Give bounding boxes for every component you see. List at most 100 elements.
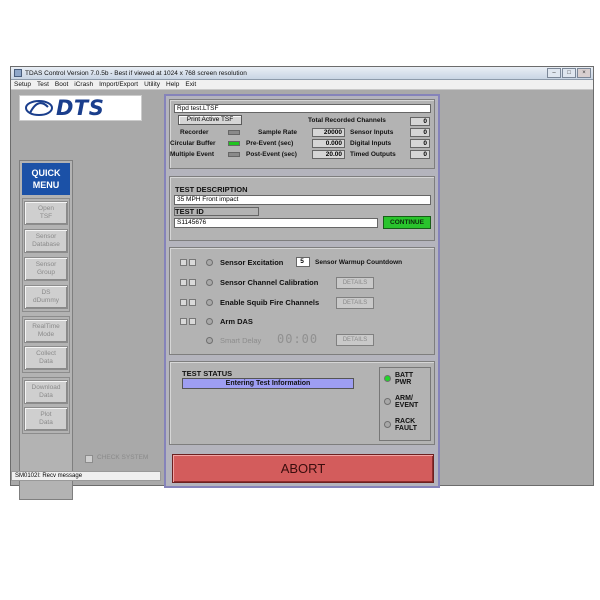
step-checkbox[interactable] — [180, 259, 187, 266]
menu-boot[interactable]: Boot — [55, 81, 68, 88]
calibration-details-button[interactable]: DETAILS — [336, 277, 374, 289]
sensor-inputs-label: Sensor Inputs — [350, 129, 394, 136]
print-active-tsf-button[interactable]: Print Active TSF — [178, 115, 242, 125]
open-tsf-button[interactable]: Open TSF — [24, 201, 68, 225]
close-icon[interactable]: × — [577, 68, 591, 78]
menu-import-export[interactable]: Import/Export — [99, 81, 138, 88]
download-data-button[interactable]: Download Data — [24, 380, 68, 404]
realtime-mode-button[interactable]: RealTime Mode — [24, 319, 68, 343]
rack-fault-indicator — [384, 421, 391, 428]
ds-dummy-button[interactable]: DS dDummy — [24, 285, 68, 309]
window-controls: – □ × — [547, 68, 591, 78]
arm-event-label: ARM/EVENT — [395, 395, 418, 409]
menu-test[interactable]: Test — [37, 81, 49, 88]
squib-details-button[interactable]: DETAILS — [336, 297, 374, 309]
sensor-inputs-value: 0 — [410, 128, 430, 137]
continue-button[interactable]: CONTINUE — [383, 216, 431, 229]
step-checkbox[interactable] — [180, 318, 187, 325]
test-status-panel: TEST STATUS Entering Test Information BA… — [169, 361, 435, 445]
tsf-file-field[interactable]: Rpd test.LTSF — [174, 104, 431, 113]
post-event-value: 20.00 — [312, 150, 345, 159]
step-checkbox[interactable] — [189, 318, 196, 325]
quick-menu: QUICK MENU Open TSF Sensor Database Sensor… — [19, 160, 73, 500]
test-description-input[interactable]: 35 MPH Front impact — [174, 195, 431, 205]
status-bar: SM0102I: Recv message — [11, 471, 161, 481]
menu-setup[interactable]: Setup — [14, 81, 31, 88]
check-system-icon[interactable] — [85, 455, 93, 463]
label-line: EVENT — [395, 402, 419, 409]
dts-logo: DTS — [19, 95, 142, 121]
button-line: Data — [39, 358, 53, 365]
test-status-label: TEST STATUS — [182, 369, 233, 378]
arm-details-button[interactable]: DETAILS — [336, 334, 374, 346]
minimize-icon[interactable]: – — [547, 68, 561, 78]
step-checkbox[interactable] — [189, 299, 196, 306]
digital-inputs-value: 0 — [410, 139, 430, 148]
total-channels-label: Total Recorded Channels — [308, 117, 386, 124]
step-checkbox[interactable] — [180, 299, 187, 306]
abort-button[interactable]: ABORT — [172, 454, 434, 483]
button-line: TSF — [39, 213, 53, 220]
digital-inputs-label: Digital Inputs — [350, 140, 392, 147]
multiple-event-indicator — [228, 152, 240, 157]
post-event-label: Post-Event (sec) — [246, 151, 297, 158]
pre-event-label: Pre-Event (sec) — [246, 140, 294, 147]
sample-rate-value: 20000 — [312, 128, 345, 137]
main-panel: Rpd test.LTSF Print Active TSF Total Rec… — [164, 94, 440, 488]
step-indicator — [206, 299, 213, 306]
sensor-excitation-label: Sensor Excitation — [220, 258, 284, 267]
logo-wordmark: DTS — [56, 96, 105, 120]
button-line: Plot — [40, 411, 52, 418]
label-line: ARM/ — [395, 395, 413, 402]
test-id-input[interactable]: S1145676 — [174, 218, 378, 228]
circular-buffer-indicator — [228, 141, 240, 146]
window-title: TDAS Control Version 7.0.5b - Best if vi… — [25, 69, 247, 77]
button-line: Sensor — [35, 233, 57, 240]
step-indicator — [206, 318, 213, 325]
test-info-panel: TEST DESCRIPTION 35 MPH Front impact TES… — [169, 176, 435, 241]
step-checkbox[interactable] — [189, 259, 196, 266]
arm-das-label: Arm DAS — [220, 317, 253, 326]
plot-data-button[interactable]: Plot Data — [24, 407, 68, 431]
circular-buffer-label: Circular Buffer — [170, 140, 216, 147]
button-line: Data — [39, 419, 53, 426]
collect-data-button[interactable]: Collect Data — [24, 346, 68, 370]
title-bar: TDAS Control Version 7.0.5b - Best if vi… — [11, 67, 593, 80]
dts-swoosh-icon — [25, 100, 53, 116]
quick-menu-title: QUICK MENU — [22, 163, 70, 195]
label-line: PWR — [395, 379, 412, 386]
arm-event-indicator — [384, 398, 391, 405]
countdown-display: 00:00 — [277, 332, 319, 346]
squib-fire-label: Enable Squib Fire Channels — [220, 298, 320, 307]
menu-help[interactable]: Help — [166, 81, 179, 88]
batt-pwr-label: BATT PWR — [395, 372, 413, 386]
setup-panel: Rpd test.LTSF Print Active TSF Total Rec… — [169, 99, 435, 169]
timed-outputs-value: 0 — [410, 150, 430, 159]
menu-icrash[interactable]: iCrash — [74, 81, 93, 88]
button-line: Collect — [36, 350, 56, 357]
button-line: DS — [41, 289, 51, 296]
multiple-event-label: Multiple Event — [170, 151, 215, 158]
button-line: Open — [38, 205, 54, 212]
menu-exit[interactable]: Exit — [185, 81, 196, 88]
rack-fault-label: RACK FAULT — [395, 418, 417, 432]
button-line: dDummy — [32, 297, 59, 304]
button-line: Download — [31, 384, 61, 391]
label-line: RACK — [395, 418, 416, 425]
step-checkbox[interactable] — [189, 279, 196, 286]
recorder-label: Recorder — [180, 129, 209, 136]
sensor-group-button[interactable]: Sensor Group — [24, 257, 68, 281]
smart-delay-label: Smart Delay — [220, 336, 262, 345]
step-checkbox[interactable] — [180, 279, 187, 286]
test-status-value: Entering Test Information — [182, 378, 354, 389]
quick-menu-title-line2: MENU — [32, 180, 60, 190]
batt-pwr-indicator — [384, 375, 391, 382]
maximize-icon[interactable]: □ — [562, 68, 576, 78]
test-description-label: TEST DESCRIPTION — [175, 185, 248, 194]
sensor-database-button[interactable]: Sensor Database — [24, 229, 68, 253]
test-id-label-frame — [174, 207, 259, 216]
button-line: RealTime — [32, 323, 60, 330]
check-system-label[interactable]: CHECK SYSTEM — [97, 454, 148, 461]
recorder-indicator — [228, 130, 240, 135]
menu-utility[interactable]: Utility — [144, 81, 160, 88]
